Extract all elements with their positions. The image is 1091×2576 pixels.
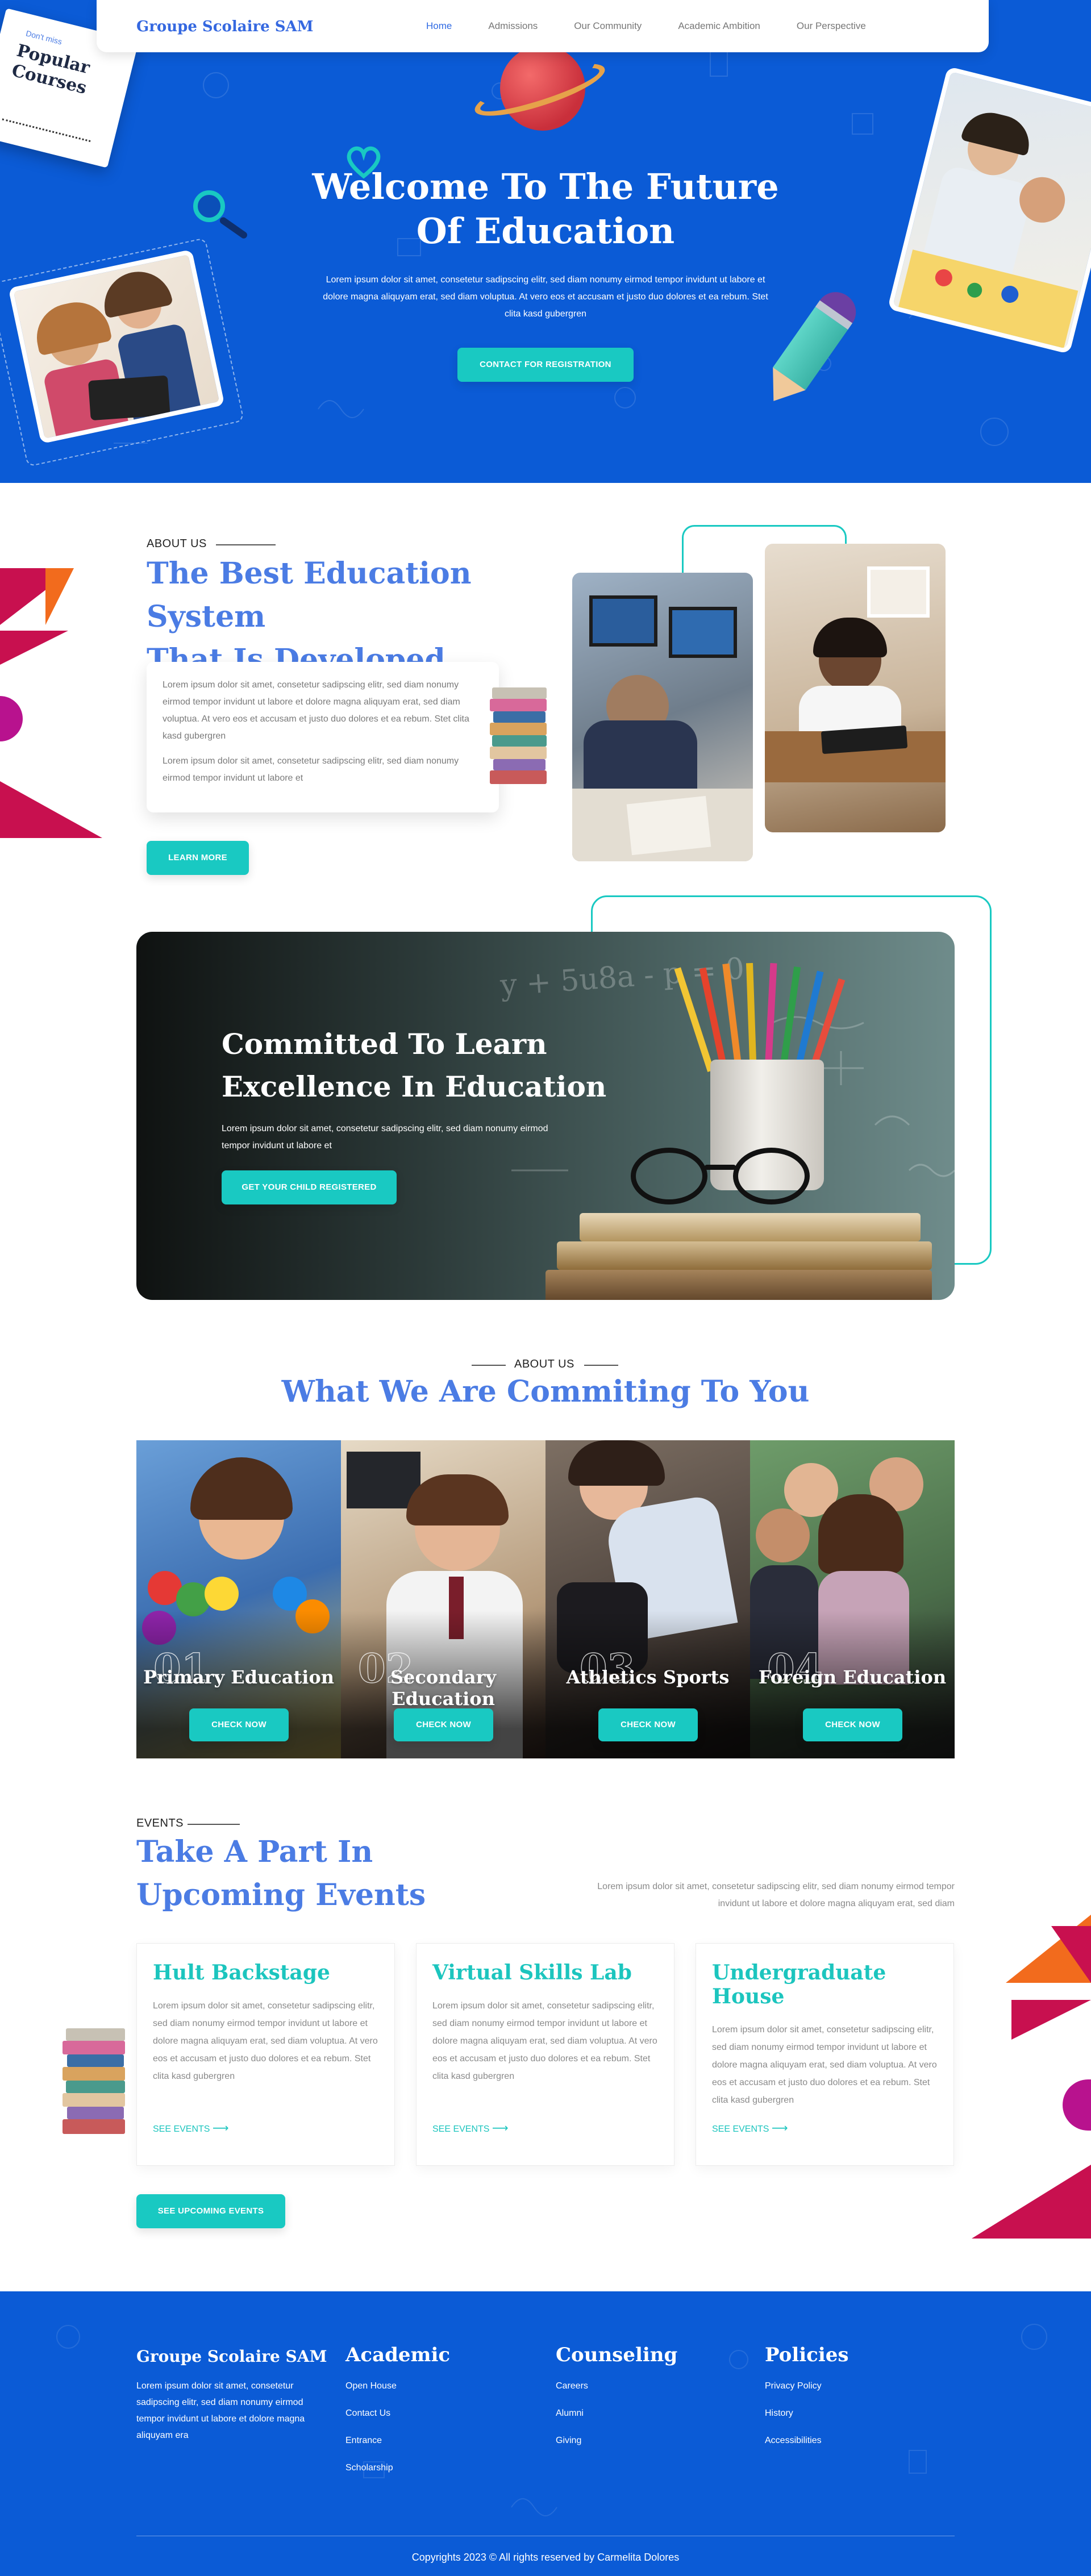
- right-deco-shapes: [966, 1915, 1091, 2244]
- commit-eyebrow-line-right: [584, 1365, 618, 1366]
- event-title-2: Virtual Skills Lab: [432, 1961, 632, 1985]
- event-desc-3: Lorem ipsum dolor sit amet, consetetur s…: [712, 2025, 937, 2105]
- see-events-link-2[interactable]: SEE EVENTS ⟶: [432, 2121, 509, 2135]
- about-eyebrow: ABOUT US: [147, 537, 207, 550]
- commit-card-athletics[interactable]: 03 Athletics Sports CHECK NOW: [546, 1440, 750, 1758]
- footer-link-open-house[interactable]: Open House: [345, 2381, 397, 2391]
- arrow-right-icon: ⟶: [492, 2122, 509, 2135]
- see-upcoming-events-button[interactable]: SEE UPCOMING EVENTS: [136, 2194, 285, 2228]
- event-card-hult-backstage: Hult Backstage Lorem ipsum dolor sit ame…: [136, 1943, 395, 2166]
- hero-section: Don't miss Popular Courses Welcome To Th…: [0, 0, 1091, 483]
- hero-text: Lorem ipsum dolor sit amet, consetetur s…: [323, 275, 768, 319]
- banner-title-line1: Committed To Learn: [222, 1027, 547, 1061]
- see-events-label-3: SEE EVENTS: [712, 2124, 769, 2134]
- commit-label-athletics: Athletics Sports: [566, 1666, 730, 1688]
- footer-link-careers[interactable]: Careers: [556, 2381, 588, 2391]
- see-events-label-1: SEE EVENTS: [153, 2124, 210, 2134]
- see-events-label-2: SEE EVENTS: [432, 2124, 490, 2134]
- books-stack-illustration: [490, 687, 552, 790]
- commit-title: What We Are Commiting To You: [281, 1374, 810, 1409]
- footer-link-scholarship[interactable]: Scholarship: [345, 2463, 397, 2473]
- contact-registration-button[interactable]: CONTACT FOR REGISTRATION: [457, 348, 634, 382]
- register-child-button[interactable]: GET YOUR CHILD REGISTERED: [222, 1170, 397, 1204]
- footer-link-history[interactable]: History: [765, 2408, 822, 2419]
- hero-title: Welcome To The Future Of Education: [0, 165, 1091, 253]
- about-title-line1: The Best Education System: [147, 556, 472, 634]
- hero-title-line1: Welcome To The Future: [312, 166, 779, 207]
- arrow-right-icon: ⟶: [771, 2122, 788, 2135]
- arrow-right-icon: ⟶: [212, 2122, 229, 2135]
- brand-logo[interactable]: Groupe Scolaire SAM: [136, 18, 314, 35]
- navbar: Groupe Scolaire SAM Home Admissions Our …: [97, 0, 989, 52]
- commit-label-primary: Primary Education: [143, 1666, 335, 1688]
- events-title-line1: Take A Part In: [136, 1835, 373, 1869]
- footer-brand[interactable]: Groupe Scolaire SAM: [136, 2347, 327, 2366]
- banner-books-illustration: [546, 1213, 932, 1300]
- commit-label-secondary: Secondary Education: [390, 1666, 497, 1710]
- commit-card-primary[interactable]: 01 Primary Education CHECK NOW: [136, 1440, 341, 1758]
- check-now-foreign-button[interactable]: CHECK NOW: [803, 1708, 902, 1741]
- footer-copyright: Copyrights 2023 © All rights reserved by…: [411, 2552, 680, 2563]
- footer-link-privacy-policy[interactable]: Privacy Policy: [765, 2381, 822, 2391]
- check-now-athletics-button[interactable]: CHECK NOW: [598, 1708, 698, 1741]
- events-books-illustration: [63, 2028, 131, 2148]
- footer: Groupe Scolaire SAM Lorem ipsum dolor si…: [0, 2291, 1091, 2576]
- banner-text: Lorem ipsum dolor sit amet, consetetur s…: [222, 1124, 548, 1151]
- banner-title-line2: Excellence In Education: [222, 1070, 607, 1103]
- footer-col-academic-title: Academic: [345, 2344, 451, 2366]
- nav-admissions[interactable]: Admissions: [488, 20, 538, 32]
- see-events-link-1[interactable]: SEE EVENTS ⟶: [153, 2121, 229, 2135]
- events-eyebrow: EVENTS: [136, 1817, 184, 1829]
- about-para1: Lorem ipsum dolor sit amet, consetetur s…: [163, 680, 469, 741]
- footer-col-policies: Privacy Policy History Accessibilities: [765, 2381, 822, 2463]
- event-desc-2: Lorem ipsum dolor sit amet, consetetur s…: [432, 2001, 657, 2081]
- event-card-undergraduate-house: Undergraduate House Lorem ipsum dolor si…: [696, 1943, 954, 2166]
- footer-link-giving[interactable]: Giving: [556, 2436, 588, 2446]
- about-eyebrow-line: [216, 544, 276, 545]
- check-now-secondary-button[interactable]: CHECK NOW: [394, 1708, 493, 1741]
- events-intro: Lorem ipsum dolor sit amet, consetetur s…: [597, 1882, 955, 1908]
- nav-home[interactable]: Home: [426, 20, 452, 32]
- glasses-illustration: [631, 1148, 813, 1210]
- events-title: Take A Part In Upcoming Events: [136, 1831, 534, 1917]
- footer-link-alumni[interactable]: Alumni: [556, 2408, 588, 2419]
- events-eyebrow-line: [188, 1824, 240, 1825]
- about-text-card: Lorem ipsum dolor sit amet, consetetur s…: [147, 662, 499, 812]
- footer-about: Lorem ipsum dolor sit amet, consetetur s…: [136, 2381, 305, 2440]
- footer-link-contact-us[interactable]: Contact Us: [345, 2408, 397, 2419]
- main-nav: Home Admissions Our Community Academic A…: [426, 20, 866, 32]
- commit-eyebrow-line-left: [472, 1365, 506, 1366]
- banner-title: Committed To Learn Excellence In Educati…: [222, 1023, 619, 1108]
- footer-col-academic: Open House Contact Us Entrance Scholarsh…: [345, 2381, 397, 2490]
- footer-link-entrance[interactable]: Entrance: [345, 2436, 397, 2446]
- commit-eyebrow: ABOUT US: [514, 1358, 574, 1370]
- event-card-virtual-skills-lab: Virtual Skills Lab Lorem ipsum dolor sit…: [416, 1943, 674, 2166]
- event-title-1: Hult Backstage: [153, 1961, 330, 1985]
- see-events-link-3[interactable]: SEE EVENTS ⟶: [712, 2121, 788, 2135]
- check-now-primary-button[interactable]: CHECK NOW: [189, 1708, 289, 1741]
- left-deco-shapes: [0, 562, 102, 847]
- event-desc-1: Lorem ipsum dolor sit amet, consetetur s…: [153, 2001, 378, 2081]
- about-photo-computer-class: [572, 573, 753, 861]
- commit-card-secondary[interactable]: 02 Secondary Education CHECK NOW: [341, 1440, 546, 1758]
- learn-more-button[interactable]: LEARN MORE: [147, 841, 249, 875]
- footer-col-policies-title: Policies: [765, 2344, 849, 2366]
- footer-col-counseling: Careers Alumni Giving: [556, 2381, 588, 2463]
- nav-our-perspective[interactable]: Our Perspective: [797, 20, 866, 32]
- events-title-line2: Upcoming Events: [136, 1878, 426, 1912]
- about-photo-tablet-girl: [765, 544, 946, 832]
- committed-banner: y + 5u8a - p = 0 Committed To Learn Exce…: [136, 932, 955, 1300]
- hero-title-line2: Of Education: [416, 210, 675, 252]
- about-para2: Lorem ipsum dolor sit amet, consetetur s…: [163, 756, 459, 783]
- commit-card-foreign[interactable]: 04 Foreign Education CHECK NOW: [750, 1440, 955, 1758]
- planet-illustration: [470, 40, 610, 148]
- event-title-3: Undergraduate House: [712, 1961, 886, 2008]
- footer-link-accessibilities[interactable]: Accessibilities: [765, 2436, 822, 2446]
- footer-col-counseling-title: Counseling: [556, 2344, 678, 2366]
- nav-our-community[interactable]: Our Community: [574, 20, 642, 32]
- commit-label-foreign: Foreign Education: [758, 1666, 947, 1688]
- nav-academic-ambition[interactable]: Academic Ambition: [678, 20, 760, 32]
